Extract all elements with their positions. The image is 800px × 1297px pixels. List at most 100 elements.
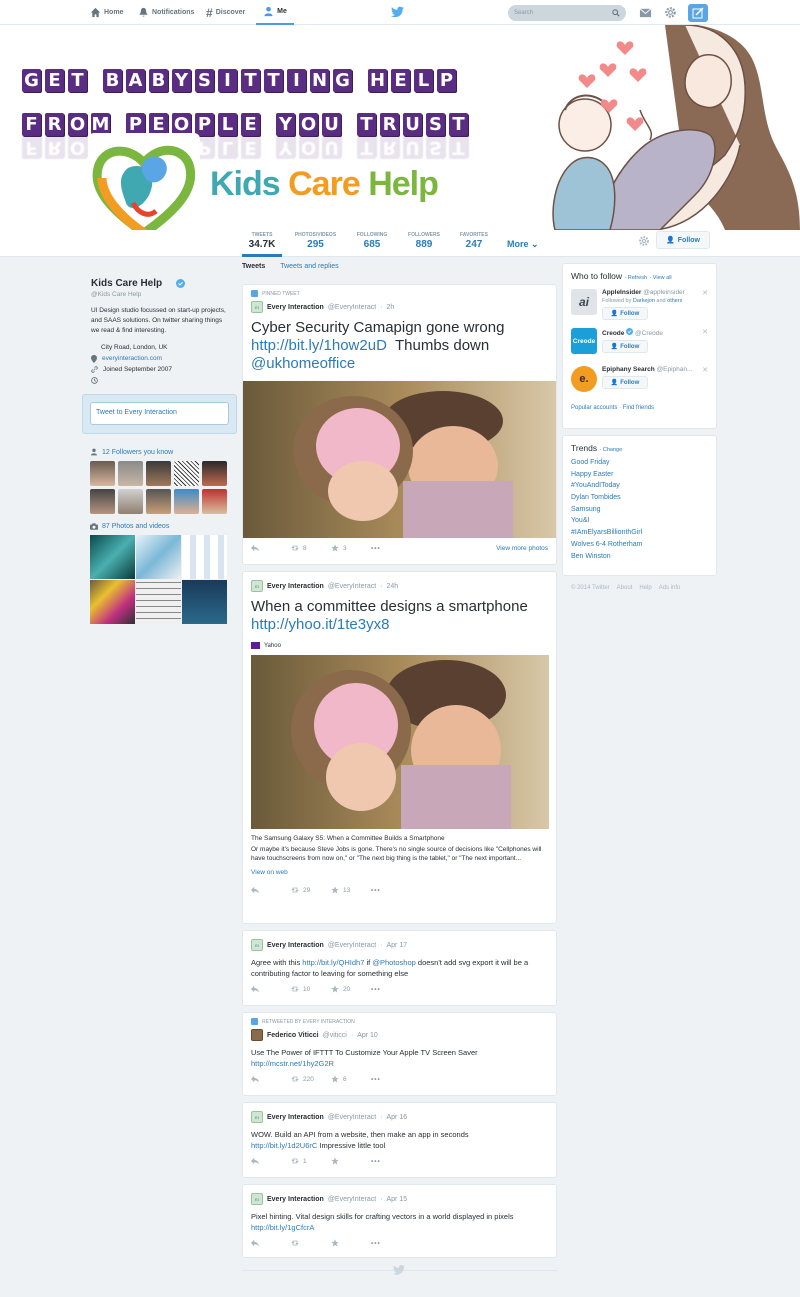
tweet-avatar[interactable]: EI bbox=[251, 580, 263, 592]
nav-me[interactable]: Me bbox=[256, 0, 294, 25]
photo-thumbnail[interactable] bbox=[90, 580, 135, 624]
favorite-button[interactable]: 20 bbox=[331, 985, 371, 993]
tweet-card[interactable]: EI Every Interaction @EveryInteract · Ap… bbox=[242, 930, 557, 1006]
more-actions-button[interactable]: ••• bbox=[371, 887, 411, 894]
trend-item[interactable]: You&I bbox=[571, 515, 716, 527]
follower-avatar[interactable] bbox=[146, 489, 171, 514]
dismiss-icon[interactable]: ✕ bbox=[702, 366, 708, 374]
tweet-author-name[interactable]: Every Interaction bbox=[267, 583, 324, 590]
more-actions-button[interactable]: ••• bbox=[371, 1158, 411, 1165]
trend-item[interactable]: Happy Easter bbox=[571, 469, 716, 481]
footer-ads-info-link[interactable]: Ads info bbox=[659, 585, 681, 591]
suggestion-name[interactable]: Creode bbox=[602, 330, 624, 337]
reply-button[interactable] bbox=[251, 886, 291, 894]
suggestion-name[interactable]: Epiphany Search bbox=[602, 366, 655, 373]
tweet-link[interactable]: http://bit.ly/1d2U6rC bbox=[251, 1141, 317, 1150]
photo-thumbnail[interactable] bbox=[136, 580, 181, 624]
followed-by-user-link[interactable]: Darkejon bbox=[633, 298, 655, 304]
tweet-card[interactable]: EI Every Interaction @EveryInteract · 24… bbox=[242, 571, 557, 924]
card-photo[interactable] bbox=[251, 655, 549, 829]
trend-item[interactable]: #IAmElyarsBillionthGirl bbox=[571, 527, 716, 539]
photo-thumbnail[interactable] bbox=[182, 535, 227, 579]
stat-followers[interactable]: FOLLOWERS 889 bbox=[404, 232, 444, 250]
tweet-avatar[interactable] bbox=[251, 1029, 263, 1041]
tweet-time[interactable]: Apr 16 bbox=[387, 1114, 408, 1121]
find-friends-link[interactable]: Find friends bbox=[623, 405, 654, 411]
retweet-button[interactable]: 8 bbox=[291, 544, 331, 552]
view-more-photos-link[interactable]: View more photos bbox=[496, 545, 548, 552]
creode-logo[interactable]: Creode bbox=[571, 328, 597, 354]
tweet-author-name[interactable]: Federico Viticci bbox=[267, 1032, 319, 1039]
tweet-author-name[interactable]: Every Interaction bbox=[267, 304, 324, 311]
stat-favorites[interactable]: FAVORITES 247 bbox=[454, 232, 494, 250]
view-all-link[interactable]: View all bbox=[653, 275, 672, 281]
dismiss-icon[interactable]: ✕ bbox=[702, 289, 708, 297]
tweet-card[interactable]: RETWEETED BY EVERY INTERACTION Federico … bbox=[242, 1012, 557, 1096]
tweet-to-input[interactable]: Tweet to Every Interaction bbox=[90, 402, 229, 425]
tweet-link[interactable]: http://yhoo.it/1te3yx8 bbox=[251, 616, 389, 633]
tweet-time[interactable]: Apr 15 bbox=[387, 1196, 408, 1203]
nav-home[interactable]: Home bbox=[90, 0, 123, 25]
followed-by-others-link[interactable]: others bbox=[667, 298, 682, 304]
follower-avatar[interactable] bbox=[90, 461, 115, 486]
profile-website-link[interactable]: everyinteraction.com bbox=[102, 355, 162, 362]
retweet-button[interactable]: 220 bbox=[291, 1075, 331, 1083]
tweet-time[interactable]: Apr 17 bbox=[387, 942, 408, 949]
follower-avatar[interactable] bbox=[174, 461, 199, 486]
follower-avatar[interactable] bbox=[174, 489, 199, 514]
gear-icon[interactable] bbox=[664, 6, 677, 19]
follow-button[interactable]: 👤 Follow bbox=[602, 340, 648, 353]
nav-notifications[interactable]: Notifications bbox=[138, 0, 194, 25]
followers-you-know-heading[interactable]: 12 Followers you know bbox=[90, 448, 239, 456]
follower-avatar[interactable] bbox=[90, 489, 115, 514]
tab-tweets[interactable]: Tweets bbox=[242, 263, 265, 270]
reply-button[interactable] bbox=[251, 544, 291, 552]
follower-avatar[interactable] bbox=[202, 461, 227, 486]
tweet-time[interactable]: 24h bbox=[387, 583, 399, 590]
tab-tweets-and-replies[interactable]: Tweets and replies bbox=[280, 263, 338, 270]
tweet-author-name[interactable]: Every Interaction bbox=[267, 1114, 324, 1121]
tweet-card[interactable]: EI Every Interaction @EveryInteract · Ap… bbox=[242, 1102, 557, 1178]
appleinsider-logo[interactable]: ai bbox=[571, 289, 597, 315]
suggestion-name[interactable]: AppleInsider bbox=[602, 289, 641, 296]
photos-videos-heading[interactable]: 87 Photos and videos bbox=[90, 523, 239, 530]
compose-tweet-button[interactable] bbox=[688, 4, 708, 22]
stat-tweets[interactable]: TWEETS 34.7K bbox=[242, 232, 282, 257]
tweet-time[interactable]: Apr 10 bbox=[357, 1032, 378, 1039]
tweet-avatar[interactable]: EI bbox=[251, 1111, 263, 1123]
tweet-avatar[interactable]: EI bbox=[251, 301, 263, 313]
reply-button[interactable] bbox=[251, 1239, 291, 1247]
follow-button[interactable]: 👤 Follow bbox=[602, 307, 648, 320]
retweet-button[interactable]: 29 bbox=[291, 886, 331, 894]
trend-item[interactable]: Samsung bbox=[571, 504, 716, 516]
follower-avatar[interactable] bbox=[118, 461, 143, 486]
dismiss-icon[interactable]: ✕ bbox=[702, 328, 708, 336]
tweet-card[interactable]: PINNED TWEET EI Every Interaction @Every… bbox=[242, 284, 557, 565]
favorite-button[interactable] bbox=[331, 1157, 371, 1165]
stat-following[interactable]: FOLLOWING 685 bbox=[352, 232, 392, 250]
follower-avatar[interactable] bbox=[146, 461, 171, 486]
stat-photos-videos[interactable]: PHOTOS/VIDEOS 295 bbox=[288, 232, 343, 250]
tweet-author-name[interactable]: Every Interaction bbox=[267, 1196, 324, 1203]
trend-item[interactable]: Good Friday bbox=[571, 457, 716, 469]
trend-item[interactable]: Dylan Tombides bbox=[571, 492, 716, 504]
tweet-mention[interactable]: @Photoshop bbox=[372, 958, 415, 967]
follow-button[interactable]: 👤 Follow bbox=[656, 231, 710, 249]
popular-accounts-link[interactable]: Popular accounts bbox=[571, 405, 617, 411]
tweet-avatar[interactable]: EI bbox=[251, 939, 263, 951]
favorite-button[interactable]: 13 bbox=[331, 886, 371, 894]
change-link[interactable]: Change bbox=[603, 447, 622, 453]
follow-button[interactable]: 👤 Follow bbox=[602, 376, 648, 389]
tweet-card[interactable]: EI Every Interaction @EveryInteract · Ap… bbox=[242, 1184, 557, 1258]
photo-thumbnail[interactable] bbox=[182, 580, 227, 624]
trend-item[interactable]: Wolves 6-4 Rotherham bbox=[571, 539, 716, 551]
tweet-time[interactable]: 2h bbox=[387, 304, 395, 311]
search-input[interactable]: Search bbox=[508, 5, 626, 21]
tweet-author-name[interactable]: Every Interaction bbox=[267, 942, 324, 949]
reply-button[interactable] bbox=[251, 1075, 291, 1083]
tweet-link[interactable]: http://bit.ly/1gCfcrA bbox=[251, 1223, 314, 1232]
profile-settings-gear-icon[interactable] bbox=[638, 235, 650, 247]
tweet-photo[interactable] bbox=[243, 381, 556, 538]
tweet-mention[interactable]: @ukhomeoffice bbox=[251, 355, 355, 372]
photo-thumbnail[interactable] bbox=[136, 535, 181, 579]
